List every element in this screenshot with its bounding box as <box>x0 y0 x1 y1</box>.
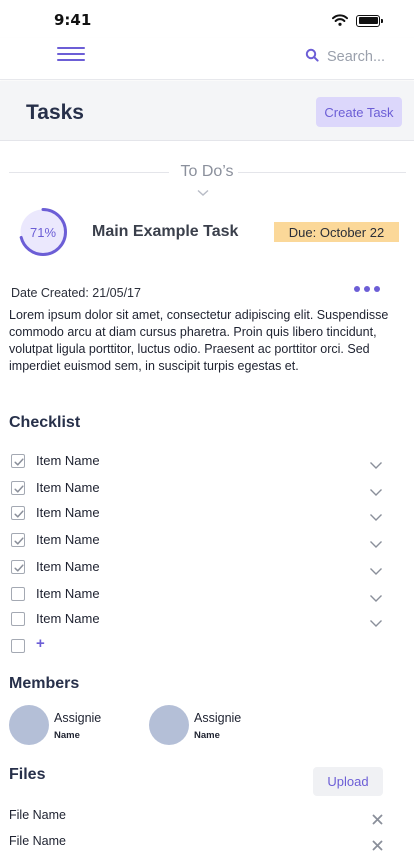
members-heading: Members <box>9 675 80 692</box>
chevron-down-icon[interactable] <box>369 561 383 580</box>
search-placeholder: Search... <box>327 48 386 65</box>
avatar <box>9 705 49 745</box>
checklist-item: Item Name <box>0 502 414 524</box>
due-date-badge: Due: October 22 <box>274 222 399 242</box>
checklist-item: Item Name <box>0 529 414 551</box>
close-icon[interactable] <box>372 836 383 855</box>
checkbox[interactable] <box>11 560 25 574</box>
checkbox[interactable] <box>11 506 25 520</box>
chevron-down-icon[interactable] <box>369 613 383 632</box>
checklist-item-label: Item Name <box>36 453 100 468</box>
checklist-item-label: Item Name <box>36 532 100 547</box>
member-name: Name <box>194 730 220 741</box>
file-row: File Name <box>0 832 414 852</box>
member-name: Name <box>54 730 80 741</box>
checklist-item: Item Name <box>0 477 414 499</box>
checklist-item-label: Item Name <box>36 480 100 495</box>
check-icon <box>14 537 24 545</box>
checklist-item-label: Item Name <box>36 611 100 626</box>
checklist-item: Item Name <box>0 450 414 472</box>
app-bar: Search... <box>0 38 414 80</box>
checklist-item-label: Item Name <box>36 505 100 520</box>
chevron-down-icon[interactable] <box>369 588 383 607</box>
task-description: Lorem ipsum dolor sit amet, consectetur … <box>9 308 389 373</box>
member-card[interactable]: Assignie Name <box>9 705 139 747</box>
checklist-item-label: Item Name <box>36 559 100 574</box>
status-bar: 9:41 <box>0 0 414 38</box>
check-icon <box>14 458 24 466</box>
checkbox[interactable] <box>11 481 25 495</box>
avatar <box>149 705 189 745</box>
member-card[interactable]: Assignie Name <box>149 705 279 747</box>
page-title: Tasks <box>26 101 84 124</box>
search-field[interactable]: Search... <box>305 47 385 66</box>
section-title: To Do’s <box>180 163 234 180</box>
add-checklist-item: + <box>0 635 414 657</box>
search-icon <box>305 47 319 66</box>
checkbox[interactable] <box>11 587 25 601</box>
task-title: Main Example Task <box>92 223 239 240</box>
hamburger-icon[interactable] <box>57 47 85 63</box>
file-name[interactable]: File Name <box>9 834 66 848</box>
checkbox[interactable] <box>11 533 25 547</box>
chevron-down-icon[interactable] <box>369 507 383 526</box>
upload-button[interactable]: Upload <box>313 767 383 796</box>
close-icon[interactable] <box>372 810 383 829</box>
checklist-item: Item Name <box>0 583 414 605</box>
status-icons <box>332 11 383 30</box>
check-icon <box>14 510 24 518</box>
member-role: Assignie <box>194 711 242 725</box>
checklist-item: Item Name <box>0 608 414 630</box>
progress-percent: 71% <box>29 224 57 240</box>
more-options-icon[interactable] <box>354 286 380 292</box>
checklist-item: Item Name <box>0 556 414 578</box>
checkbox[interactable] <box>11 612 25 626</box>
create-task-button[interactable]: Create Task <box>316 97 402 127</box>
chevron-down-icon[interactable] <box>369 482 383 501</box>
check-icon <box>14 564 24 572</box>
checklist-heading: Checklist <box>9 414 81 431</box>
new-item-checkbox[interactable] <box>11 639 25 653</box>
checklist-item-label: Item Name <box>36 586 100 601</box>
add-item-button[interactable]: + <box>36 635 45 652</box>
file-name[interactable]: File Name <box>9 808 66 822</box>
file-row: File Name <box>0 806 414 826</box>
battery-icon <box>356 14 383 27</box>
status-time: 9:41 <box>54 11 92 29</box>
chevron-down-icon[interactable] <box>369 534 383 553</box>
page-header: Tasks Create Task <box>0 81 414 141</box>
wifi-icon <box>332 11 348 30</box>
check-icon <box>14 485 24 493</box>
member-role: Assignie <box>54 711 102 725</box>
chevron-down-icon[interactable] <box>369 455 383 474</box>
checkbox[interactable] <box>11 454 25 468</box>
files-heading: Files <box>9 766 46 783</box>
date-created: Date Created: 21/05/17 <box>11 286 141 300</box>
chevron-down-icon[interactable] <box>197 182 209 201</box>
